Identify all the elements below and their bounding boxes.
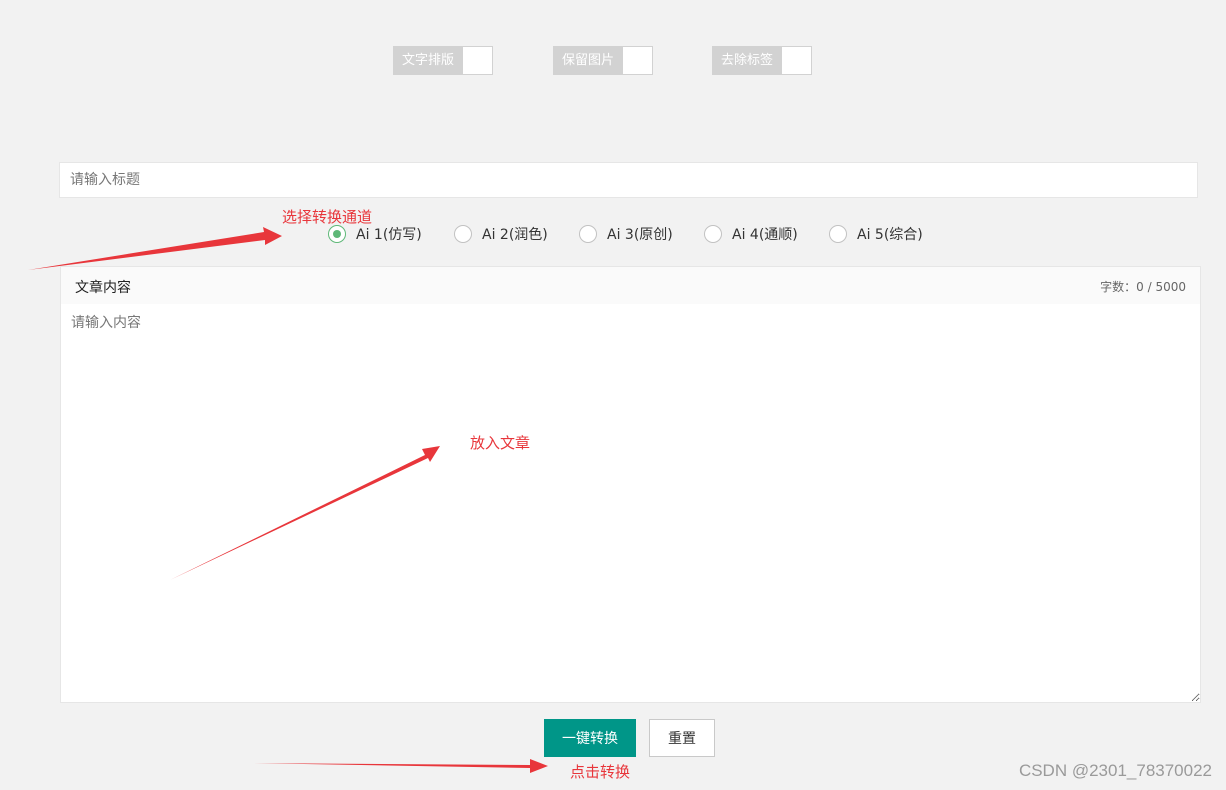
- annotation-click-convert: 点击转换: [570, 763, 631, 781]
- channel-radio-ai3[interactable]: Ai 3(原创): [579, 224, 673, 244]
- channel-radio-label: Ai 1(仿写): [356, 227, 422, 243]
- watermark: CSDN @2301_78370022: [1018, 761, 1212, 780]
- word-count: 字数：0 / 5000: [1100, 280, 1186, 294]
- toggle-keep-images-label: 保留图片: [553, 46, 624, 75]
- channel-radio-label: Ai 3(原创): [607, 227, 673, 243]
- article-card-header: 文章内容 字数：0 / 5000: [61, 267, 1200, 305]
- toggle-remove-tags-label: 去除标签: [712, 46, 783, 75]
- toggle-knob[interactable]: [623, 46, 654, 75]
- annotation-put-article: 放入文章: [470, 434, 531, 452]
- toggle-remove-tags[interactable]: 去除标签: [712, 46, 813, 75]
- annotation-arrow-channel: [28, 227, 282, 270]
- convert-button[interactable]: 一键转换: [544, 719, 636, 757]
- toggle-knob[interactable]: [782, 46, 813, 75]
- radio-unchecked-icon: [579, 225, 597, 243]
- channel-radio-ai5[interactable]: Ai 5(综合): [829, 224, 923, 244]
- channel-radio-label: Ai 4(通顺): [732, 227, 798, 243]
- channel-radio-ai2[interactable]: Ai 2(润色): [454, 224, 548, 244]
- radio-unchecked-icon: [454, 225, 472, 243]
- annotation-arrow-convert: [245, 759, 548, 773]
- channel-radio-ai4[interactable]: Ai 4(通顺): [704, 224, 798, 244]
- channel-radio-label: Ai 2(润色): [482, 227, 548, 243]
- article-card: 文章内容 字数：0 / 5000: [60, 266, 1201, 703]
- article-card-title: 文章内容: [75, 280, 131, 296]
- channel-radio-label: Ai 5(综合): [857, 227, 923, 243]
- radio-unchecked-icon: [704, 225, 722, 243]
- toggle-knob[interactable]: [463, 46, 494, 75]
- toggle-keep-images[interactable]: 保留图片: [553, 46, 654, 75]
- reset-button[interactable]: 重置: [649, 719, 715, 757]
- article-content-textarea[interactable]: [61, 304, 1200, 702]
- annotation-select-channel: 选择转换通道: [282, 208, 373, 226]
- radio-unchecked-icon: [829, 225, 847, 243]
- channel-radio-ai1[interactable]: Ai 1(仿写): [328, 224, 422, 244]
- title-input[interactable]: [59, 162, 1198, 198]
- radio-checked-icon: [328, 225, 346, 243]
- toggle-text-layout[interactable]: 文字排版: [393, 46, 494, 75]
- toggle-text-layout-label: 文字排版: [393, 46, 464, 75]
